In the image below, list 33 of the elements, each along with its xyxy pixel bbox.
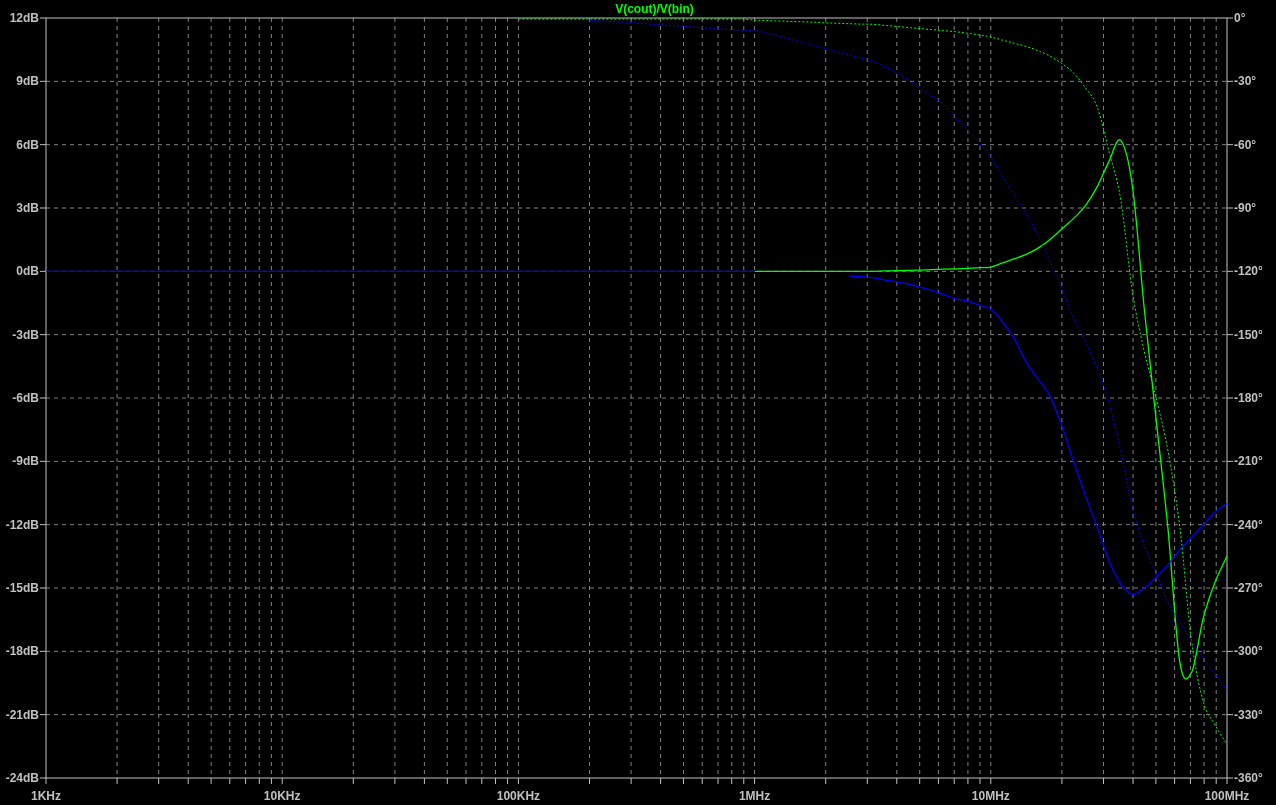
axis-label: 0° <box>1234 11 1246 25</box>
axis-label: -330° <box>1234 707 1263 722</box>
axis-label: 3dB <box>16 201 39 215</box>
axis-label: -60° <box>1234 137 1257 152</box>
axis-label: -150° <box>1234 327 1263 342</box>
axis-label: -360° <box>1234 771 1263 785</box>
axis-label: -120° <box>1234 264 1263 279</box>
axis-label: 1KHz <box>31 789 61 803</box>
axis-label: -180° <box>1234 391 1263 405</box>
axis-label: -300° <box>1234 644 1263 659</box>
axis-label: -6dB <box>12 391 39 405</box>
axis-label: -90° <box>1234 201 1257 215</box>
axis-label: -30° <box>1234 74 1257 89</box>
axis-label: 1MHz <box>738 789 771 803</box>
axis-label: -24dB <box>5 771 39 785</box>
axis-label: -12dB <box>5 517 39 532</box>
axis-label: -15dB <box>5 581 39 595</box>
axis-label: 100KHz <box>496 789 541 803</box>
axis-label: -18dB <box>5 644 39 659</box>
axis-label: 12dB <box>9 11 39 25</box>
axis-label: 10MHz <box>971 789 1010 803</box>
axis-label: -3dB <box>12 327 39 342</box>
axis-label: 6dB <box>16 137 39 152</box>
axis-label: -210° <box>1234 454 1263 469</box>
axis-label: 10KHz <box>263 789 301 803</box>
axis-label: 100MHz <box>1204 789 1250 803</box>
axis-label: -21dB <box>5 707 39 722</box>
axis-label: -270° <box>1234 581 1263 595</box>
axis-label: -240° <box>1234 517 1263 532</box>
axis-label: 9dB <box>16 74 39 89</box>
chart-title: V(cout)/V(bin) <box>615 2 694 16</box>
axis-label: -9dB <box>12 454 39 469</box>
axis-label: 0dB <box>16 264 39 279</box>
